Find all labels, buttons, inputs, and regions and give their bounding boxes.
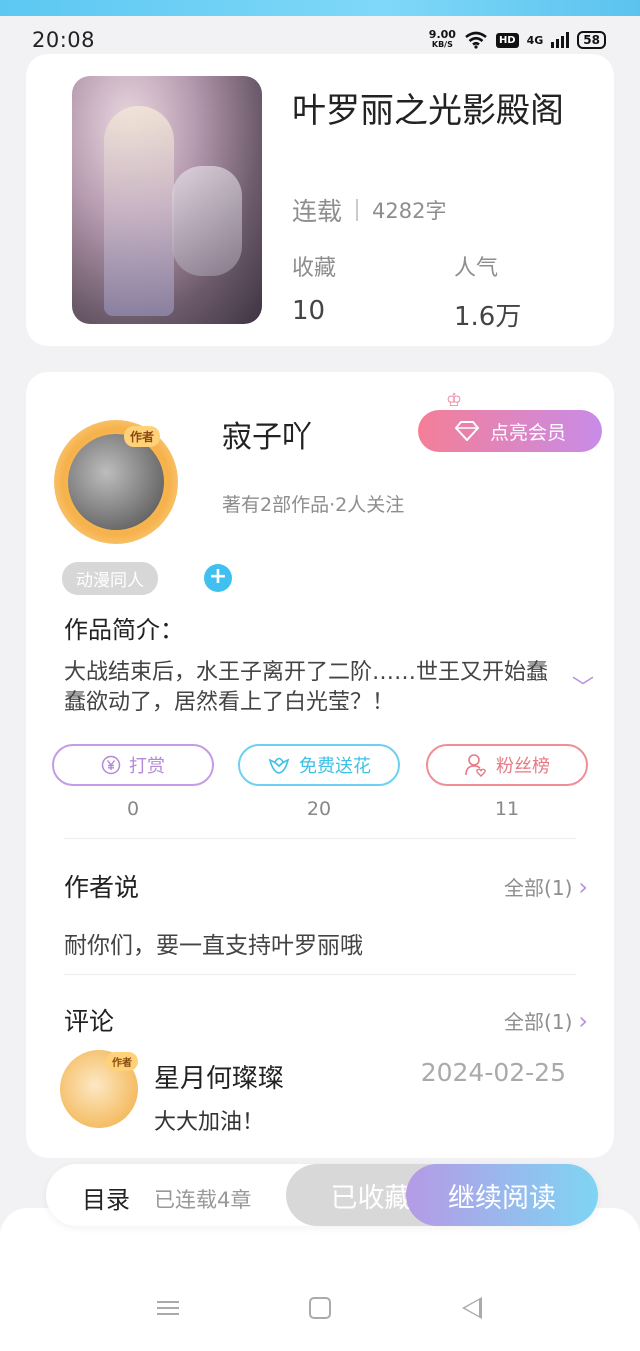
comments-heading: 评论 [64, 1007, 115, 1036]
intro-heading: 作品简介： [64, 616, 184, 644]
commenter-avatar[interactable]: 作者 [60, 1050, 138, 1128]
send-flower-button[interactable]: 免费送花 [238, 744, 400, 786]
book-meta: 连载 4282字 [292, 192, 446, 228]
signal-icon [551, 32, 570, 48]
book-status: 连载 [292, 197, 343, 226]
author-badge: 作者 [106, 1052, 138, 1071]
add-tag-button[interactable]: + [204, 564, 232, 592]
back-icon[interactable] [452, 1288, 492, 1328]
genre-tag[interactable]: 动漫同人 [62, 562, 158, 595]
crown-icon: ♔ [446, 390, 463, 411]
status-icons: 9.00 KB/S HD 4G 58 [428, 28, 606, 50]
popularity-stat: 人气 1.6万 [454, 256, 522, 332]
comment-date: 2024-02-25 [420, 1058, 566, 1087]
book-cover-image[interactable] [72, 76, 262, 324]
hd-icon: HD [495, 32, 519, 48]
continue-reading-button[interactable]: 继续阅读 [406, 1164, 598, 1226]
author-name[interactable]: 寂子吖 [222, 412, 312, 456]
author-avatar[interactable]: 作者 [54, 420, 178, 544]
toc-button[interactable]: 目录 [82, 1180, 130, 1215]
author-says-heading: 作者说 [64, 873, 140, 902]
menu-icon[interactable] [148, 1288, 188, 1328]
wifi-icon [465, 31, 487, 49]
fan-count: 11 [494, 798, 520, 820]
chevron-right-icon: › [578, 872, 588, 901]
divider [64, 974, 576, 975]
author-says-text: 耐你们，要一直支持叶罗丽哦 [64, 933, 363, 959]
author-says-all-link[interactable]: 全部(1) › [504, 872, 588, 901]
network-label: 4G [526, 33, 544, 47]
chevron-down-icon[interactable]: ﹀ [572, 670, 594, 702]
tip-count: 0 [126, 798, 140, 820]
tip-button[interactable]: 打赏 [52, 744, 214, 786]
vip-button[interactable]: 点亮会员 [418, 410, 602, 452]
author-info: 著有2部作品·2人关注 [222, 494, 405, 516]
fan-ranking-button[interactable]: 粉丝榜 [426, 744, 588, 786]
net-speed: 9.00 KB/S [428, 28, 456, 49]
status-bar: 20:08 9.00 KB/S HD 4G 58 [0, 22, 640, 58]
divider [64, 838, 576, 839]
top-color-band [0, 0, 640, 16]
chevron-right-icon: › [578, 1006, 588, 1035]
author-badge: 作者 [124, 426, 161, 447]
flower-icon [268, 757, 290, 774]
home-icon[interactable] [300, 1288, 340, 1328]
diamond-icon [454, 421, 480, 441]
word-count: 4282字 [372, 199, 447, 223]
bottom-action-bar: 目录 已连载4章 已收藏 继续阅读 [46, 1164, 598, 1226]
avatar-image [68, 434, 164, 530]
chapter-count: 已连载4章 [154, 1188, 252, 1212]
commenter-name[interactable]: 星月何璨璨 [154, 1058, 284, 1095]
battery-icon: 58 [577, 31, 606, 49]
comments-all-link[interactable]: 全部(1) › [504, 1006, 588, 1035]
yen-icon [101, 755, 121, 775]
system-nav-bar [0, 1208, 640, 1351]
comment-text: 大大加油！ [154, 1110, 265, 1135]
book-info-card: 叶罗丽之光影殿阁 连载 4282字 收藏 10 人气 1.6万 [26, 54, 614, 346]
intro-text: 大战结束后，水王子离开了二阶……世王又开始蠢蠢欲动了，居然看上了白光莹？！ [64, 660, 549, 715]
status-time: 20:08 [32, 28, 96, 52]
flower-count: 20 [306, 798, 332, 820]
favorites-stat: 收藏 10 [292, 256, 337, 326]
meta-divider [356, 199, 359, 221]
fan-icon [465, 754, 486, 777]
book-title: 叶罗丽之光影殿阁 [292, 91, 564, 131]
author-details-card: 作者 寂子吖 著有2部作品·2人关注 ♔ 点亮会员 动漫同人 + 作品简介： 大… [26, 372, 614, 1158]
